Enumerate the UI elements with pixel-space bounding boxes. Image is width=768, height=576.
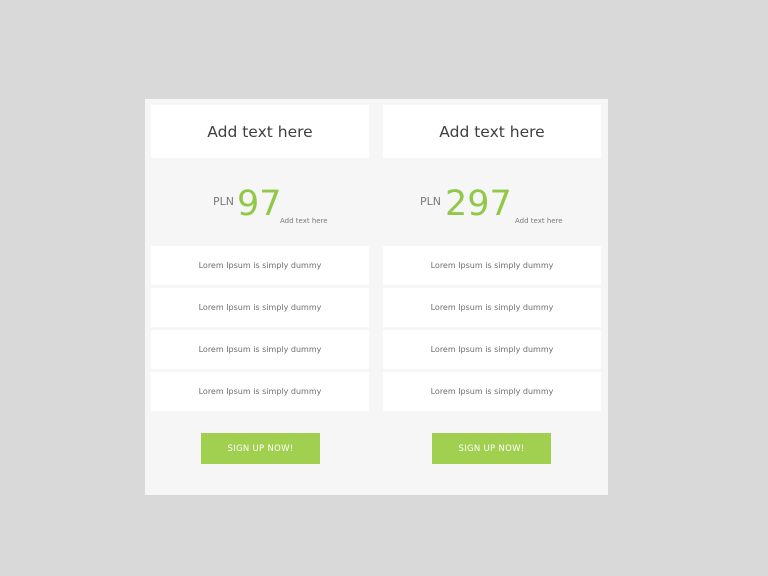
price-currency: PLN	[420, 195, 441, 208]
feature-item: Lorem Ipsum is simply dummy	[151, 288, 369, 327]
plan-title: Add text here	[151, 105, 369, 158]
price-amount: 97	[237, 184, 282, 224]
feature-item: Lorem Ipsum is simply dummy	[151, 372, 369, 411]
feature-item: Lorem Ipsum is simply dummy	[383, 246, 601, 285]
feature-item: Lorem Ipsum is simply dummy	[151, 246, 369, 285]
price-block: PLN 297 Add text here	[383, 158, 601, 246]
price-amount: 297	[445, 184, 512, 224]
feature-item: Lorem Ipsum is simply dummy	[383, 288, 601, 327]
price-note: Add text here	[515, 217, 563, 225]
pricing-card-premium: Add text here PLN 297 Add text here Lore…	[383, 99, 601, 495]
plan-title: Add text here	[383, 105, 601, 158]
pricing-card-basic: Add text here PLN 97 Add text here Lorem…	[151, 99, 369, 495]
feature-item: Lorem Ipsum is simply dummy	[151, 330, 369, 369]
sign-up-button[interactable]: SIGN UP NOW!	[432, 433, 551, 464]
sign-up-button[interactable]: SIGN UP NOW!	[201, 433, 320, 464]
feature-item: Lorem Ipsum is simply dummy	[383, 330, 601, 369]
feature-list: Lorem Ipsum is simply dummy Lorem Ipsum …	[151, 246, 369, 414]
feature-item: Lorem Ipsum is simply dummy	[383, 372, 601, 411]
feature-list: Lorem Ipsum is simply dummy Lorem Ipsum …	[383, 246, 601, 414]
pricing-table: Add text here PLN 97 Add text here Lorem…	[145, 99, 608, 495]
price-note: Add text here	[280, 217, 328, 225]
price-block: PLN 97 Add text here	[151, 158, 369, 246]
price-currency: PLN	[213, 195, 234, 208]
